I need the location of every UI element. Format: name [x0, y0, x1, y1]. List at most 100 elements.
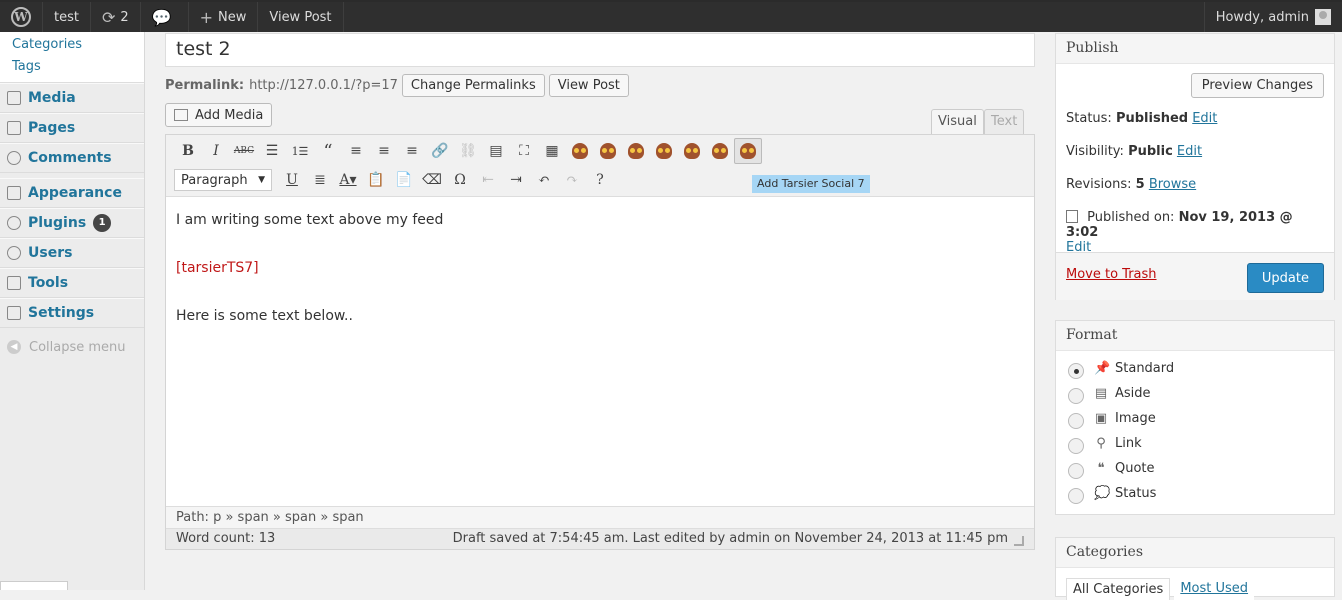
tools-icon: [7, 276, 21, 290]
radio-button[interactable]: [1068, 438, 1084, 454]
align-left-icon[interactable]: ≡: [342, 138, 370, 164]
published-on-row: Published on: Nov 19, 2013 @ 3:02 Edit: [1066, 210, 1326, 255]
tab-all-categories[interactable]: All Categories: [1066, 578, 1171, 600]
numbered-list-icon[interactable]: 1☰: [286, 138, 314, 164]
tarsier-social-5-icon[interactable]: [678, 138, 706, 164]
format-option-image[interactable]: ▣ Image: [1068, 407, 1156, 429]
justify-icon[interactable]: ≣: [306, 167, 334, 193]
comments-icon: [7, 151, 21, 165]
tarsier-social-7-icon[interactable]: [734, 138, 762, 164]
paste-text-icon[interactable]: 📋: [362, 167, 390, 193]
tarsier-social-3-icon[interactable]: [622, 138, 650, 164]
bold-icon[interactable]: B: [174, 138, 202, 164]
radio-button[interactable]: [1068, 488, 1084, 504]
sidebar-item-pages[interactable]: Pages: [0, 113, 144, 143]
move-to-trash-link[interactable]: Move to Trash: [1066, 267, 1157, 282]
tarsier-social-4-icon[interactable]: [650, 138, 678, 164]
submenu-item-categories[interactable]: Categories: [0, 34, 144, 56]
collapse-menu-label: Collapse menu: [29, 339, 126, 355]
preview-changes-button[interactable]: Preview Changes: [1190, 73, 1324, 98]
align-center-icon[interactable]: ≡: [370, 138, 398, 164]
image-icon: ▣: [1094, 410, 1108, 426]
bullet-list-icon[interactable]: ☰: [258, 138, 286, 164]
outdent-icon[interactable]: ⇤: [474, 167, 502, 193]
sidebar-item-comments[interactable]: Comments: [0, 143, 144, 173]
format-option-standard[interactable]: 📌 Standard: [1068, 357, 1174, 379]
view-post-button[interactable]: View Post: [548, 73, 629, 97]
view-post-link[interactable]: View Post: [258, 2, 344, 32]
tarsier-social-6-icon[interactable]: [706, 138, 734, 164]
sidebar-item-media[interactable]: Media: [0, 83, 144, 113]
paste-word-icon[interactable]: 📄: [390, 167, 418, 193]
radio-button[interactable]: [1068, 388, 1084, 404]
tarsier-social-2-icon[interactable]: [594, 138, 622, 164]
blockquote-icon[interactable]: “: [314, 138, 342, 164]
comments-link[interactable]: 💬: [141, 2, 189, 32]
sidebar-item-users[interactable]: Users: [0, 238, 144, 268]
new-label: New: [217, 9, 247, 25]
pages-icon: [7, 121, 21, 135]
clear-formatting-icon[interactable]: ⌫: [418, 167, 446, 193]
sidebar-item-label: Tools: [28, 275, 69, 291]
editor-content-area[interactable]: I am writing some text above my feed [ta…: [176, 209, 1016, 353]
sidebar-item-settings[interactable]: Settings: [0, 298, 144, 328]
content-paragraph: Here is some text below..: [176, 308, 353, 324]
collapse-menu-button[interactable]: ◀ Collapse menu: [0, 332, 144, 362]
indent-icon[interactable]: ⇥: [502, 167, 530, 193]
permalink-url[interactable]: http://127.0.0.1/?p=17: [249, 78, 398, 93]
format-option-link[interactable]: ⚲ Link: [1068, 432, 1142, 454]
strikethrough-icon[interactable]: ABC: [230, 138, 258, 164]
fullscreen-icon[interactable]: ⛶: [510, 138, 538, 164]
toolbar-toggle-icon[interactable]: ▦: [538, 138, 566, 164]
browse-revisions-link[interactable]: Browse: [1149, 177, 1196, 192]
new-content-menu[interactable]: + New: [189, 2, 259, 32]
tab-text[interactable]: Text: [984, 109, 1025, 135]
update-button[interactable]: Update: [1246, 263, 1324, 293]
resize-handle-icon[interactable]: [1014, 536, 1024, 546]
tab-most-used[interactable]: Most Used: [1174, 578, 1255, 600]
sidebar-item-tools[interactable]: Tools: [0, 268, 144, 298]
pin-icon: 📌: [1094, 360, 1111, 376]
my-account-menu[interactable]: Howdy, admin: [1203, 2, 1342, 32]
submenu-item-tags[interactable]: Tags: [0, 56, 144, 78]
text-color-icon[interactable]: A▾: [334, 167, 362, 193]
edit-status-link[interactable]: Edit: [1192, 111, 1217, 126]
format-option-quote[interactable]: ❝ Quote: [1068, 457, 1155, 479]
updates-link[interactable]: ⟳ 2: [91, 2, 141, 32]
sidebar-item-plugins[interactable]: Plugins 1: [0, 208, 144, 238]
post-title-input[interactable]: test 2: [165, 33, 1035, 67]
format-option-aside[interactable]: ▤ Aside: [1068, 382, 1151, 404]
post-status-row: Status: Published Edit: [1066, 111, 1217, 126]
radio-button[interactable]: [1068, 463, 1084, 479]
undo-icon[interactable]: ↶: [530, 167, 558, 193]
help-icon[interactable]: ?: [586, 167, 614, 193]
underline-icon[interactable]: U: [278, 167, 306, 193]
sidebar-item-appearance[interactable]: Appearance: [0, 178, 144, 208]
format-select-value: Paragraph: [181, 172, 248, 188]
format-select[interactable]: Paragraph ▼: [174, 169, 272, 191]
tab-visual[interactable]: Visual: [931, 109, 984, 135]
status-value: Published: [1115, 111, 1189, 126]
edit-visibility-link[interactable]: Edit: [1177, 144, 1202, 159]
wordpress-logo-menu[interactable]: W: [0, 2, 43, 32]
radio-button[interactable]: [1068, 363, 1084, 379]
site-name-link[interactable]: test: [43, 2, 91, 32]
sidebar-item-label: Pages: [28, 120, 76, 136]
change-permalinks-button[interactable]: Change Permalinks: [401, 73, 545, 97]
format-option-status[interactable]: 💭 Status: [1068, 482, 1156, 504]
unlink-icon[interactable]: ⛓: [454, 138, 482, 164]
add-media-button[interactable]: Add Media: [165, 103, 273, 127]
special-character-icon[interactable]: Ω: [446, 167, 474, 193]
radio-button[interactable]: [1068, 413, 1084, 429]
italic-icon[interactable]: I: [202, 138, 230, 164]
insert-link-icon[interactable]: 🔗: [426, 138, 454, 164]
format-option-label: Standard: [1115, 360, 1175, 376]
redo-icon[interactable]: ↷: [558, 167, 586, 193]
admin-sidebar: Categories Tags Media Pages Comments App…: [0, 32, 145, 590]
read-more-icon[interactable]: ▤: [482, 138, 510, 164]
editor-toolbar: B I ABC ☰ 1☰ “ ≡ ≡ ≡ 🔗 ⛓ ▤ ⛶ ▦ Paragraph: [166, 135, 1034, 197]
format-option-label: Quote: [1115, 460, 1155, 476]
align-right-icon[interactable]: ≡: [398, 138, 426, 164]
element-path: Path: p » span » span » span: [166, 506, 1034, 528]
tarsier-social-1-icon[interactable]: [566, 138, 594, 164]
